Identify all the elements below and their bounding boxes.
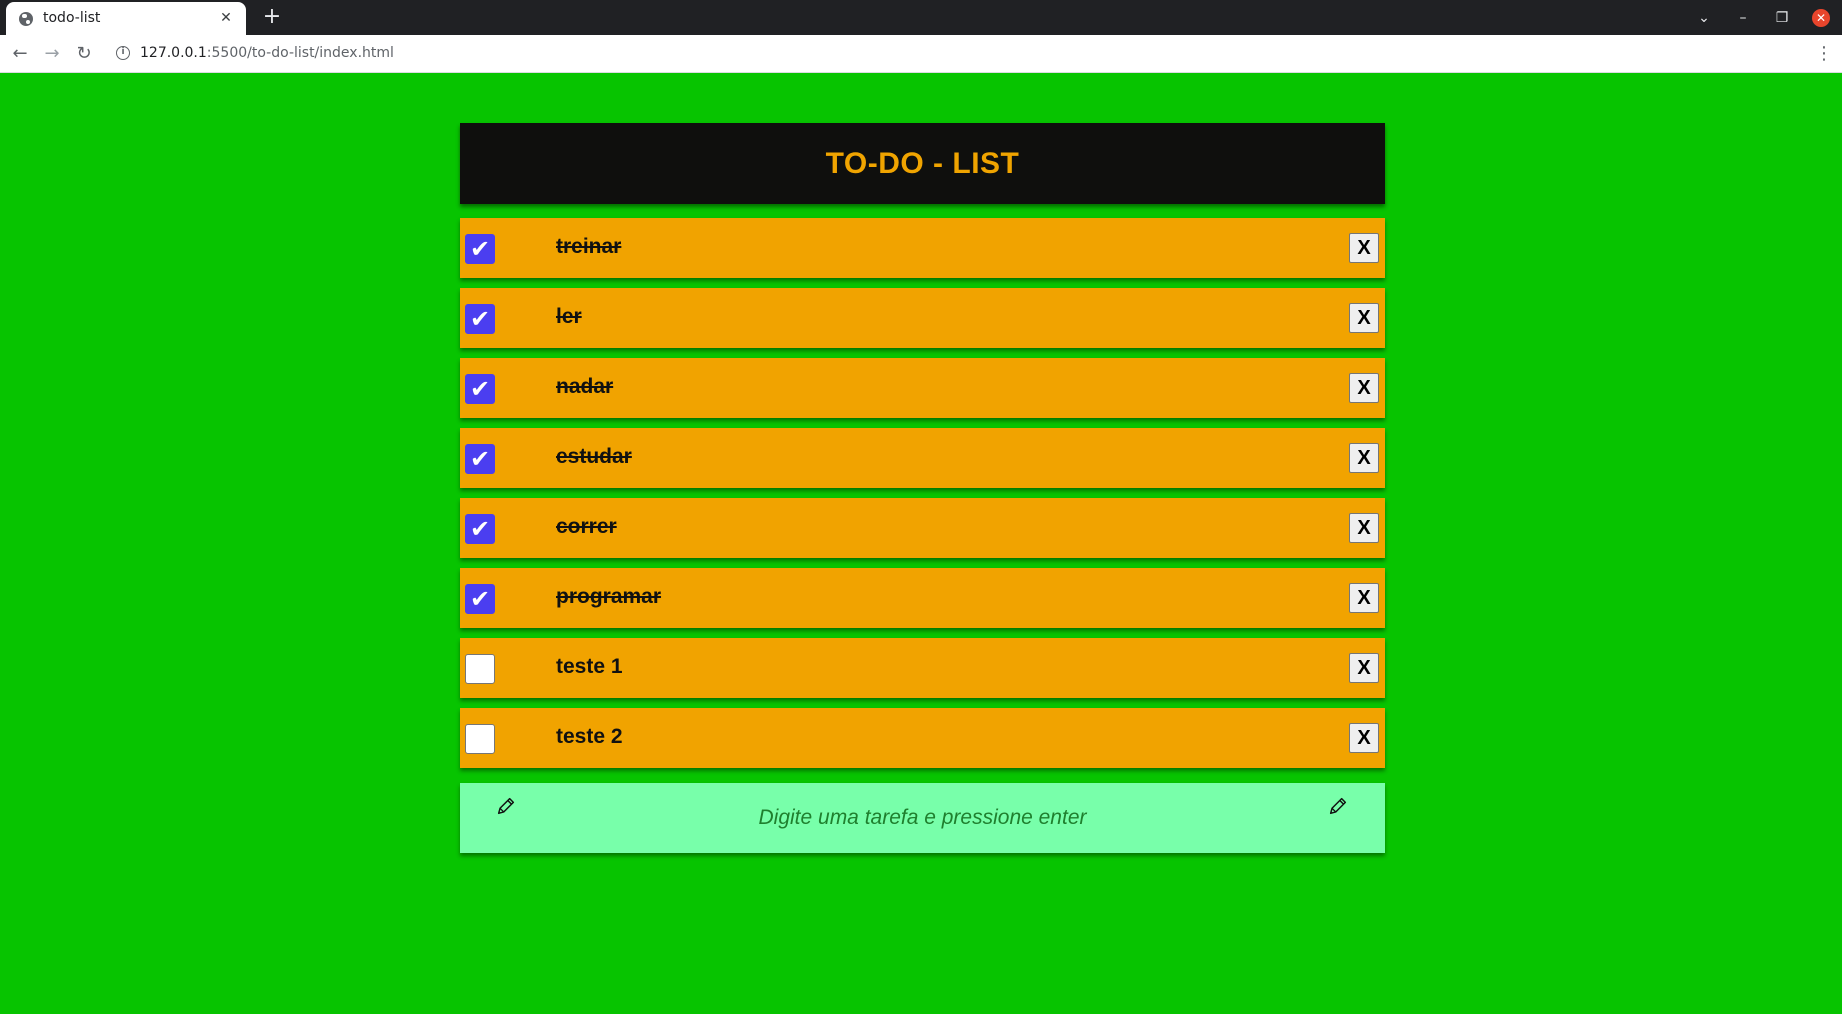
- task-item: teste 1 X: [460, 638, 1385, 698]
- task-item: ✔ nadar X: [460, 358, 1385, 418]
- task-list: ✔ treinar X ✔ ler X ✔ nadar X ✔ estudar X ✔ correr X ✔ p…: [460, 218, 1385, 768]
- new-tab-button[interactable]: +: [258, 4, 286, 32]
- checkmark-icon: ✔: [469, 445, 491, 473]
- task-text: teste 2: [556, 725, 623, 748]
- page-title: TO-DO - LIST: [825, 146, 1020, 180]
- delete-task-button[interactable]: X: [1349, 723, 1379, 753]
- task-item: ✔ programar X: [460, 568, 1385, 628]
- restore-button[interactable]: ❐: [1769, 5, 1795, 31]
- task-checkbox[interactable]: ✔: [465, 584, 495, 614]
- task-checkbox[interactable]: ✔: [465, 514, 495, 544]
- delete-task-button[interactable]: X: [1349, 583, 1379, 613]
- tab-search-icon[interactable]: ⌄: [1691, 5, 1717, 31]
- task-checkbox[interactable]: [465, 724, 495, 754]
- task-checkbox[interactable]: [465, 654, 495, 684]
- task-item: ✔ treinar X: [460, 218, 1385, 278]
- task-text: teste 1: [556, 655, 623, 678]
- task-text: ler: [556, 305, 582, 328]
- url-path: :5500/to-do-list/index.html: [206, 45, 394, 61]
- task-text: treinar: [556, 235, 622, 258]
- browser-menu-icon[interactable]: ⋮: [1814, 41, 1834, 67]
- task-text: correr: [556, 515, 617, 538]
- browser-toolbar: ← → ↻ i 127.0.0.1:5500/to-do-list/index.…: [0, 35, 1842, 73]
- url-host: 127.0.0.1: [140, 45, 207, 61]
- checkmark-icon: ✔: [469, 515, 491, 543]
- minimize-button[interactable]: –: [1730, 5, 1756, 31]
- task-checkbox[interactable]: ✔: [465, 374, 495, 404]
- task-input-container: [460, 783, 1385, 853]
- task-input[interactable]: [520, 795, 1325, 841]
- checkmark-icon: ✔: [469, 585, 491, 613]
- task-checkbox[interactable]: ✔: [465, 444, 495, 474]
- task-checkbox[interactable]: ✔: [465, 304, 495, 334]
- app-header: TO-DO - LIST: [460, 123, 1385, 204]
- delete-task-button[interactable]: X: [1349, 303, 1379, 333]
- address-bar[interactable]: 127.0.0.1:5500/to-do-list/index.html: [140, 45, 394, 61]
- checkmark-icon: ✔: [469, 305, 491, 333]
- checkmark-icon: ✔: [469, 235, 491, 263]
- globe-icon: [19, 12, 33, 26]
- pencil-icon: [497, 797, 515, 815]
- delete-task-button[interactable]: X: [1349, 233, 1379, 263]
- task-text: nadar: [556, 375, 614, 398]
- task-item: teste 2 X: [460, 708, 1385, 768]
- browser-tab[interactable]: todo-list ✕: [6, 2, 246, 35]
- task-item: ✔ ler X: [460, 288, 1385, 348]
- task-item: ✔ estudar X: [460, 428, 1385, 488]
- pencil-icon: [1329, 797, 1347, 815]
- forward-button[interactable]: →: [39, 41, 65, 67]
- browser-tab-bar: todo-list ✕ + ⌄ – ❐ ✕: [0, 0, 1842, 35]
- task-item: ✔ correr X: [460, 498, 1385, 558]
- task-text: estudar: [556, 445, 632, 468]
- todo-app: TO-DO - LIST ✔ treinar X ✔ ler X ✔ nadar X ✔ estud…: [460, 123, 1385, 853]
- window-close-button[interactable]: ✕: [1812, 9, 1830, 27]
- delete-task-button[interactable]: X: [1349, 653, 1379, 683]
- info-icon[interactable]: i: [116, 46, 130, 60]
- back-button[interactable]: ←: [7, 41, 33, 67]
- tab-title: todo-list: [43, 10, 101, 26]
- delete-task-button[interactable]: X: [1349, 443, 1379, 473]
- delete-task-button[interactable]: X: [1349, 373, 1379, 403]
- checkmark-icon: ✔: [469, 375, 491, 403]
- tab-close-icon[interactable]: ✕: [216, 8, 236, 28]
- reload-button[interactable]: ↻: [71, 41, 97, 67]
- task-checkbox[interactable]: ✔: [465, 234, 495, 264]
- task-text: programar: [556, 585, 662, 608]
- delete-task-button[interactable]: X: [1349, 513, 1379, 543]
